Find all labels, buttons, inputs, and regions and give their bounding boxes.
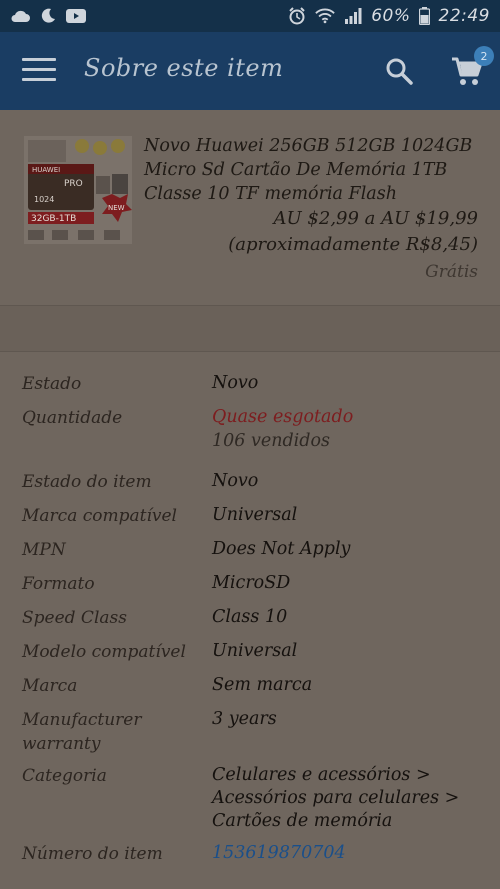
stock-warning: Quase esgotado bbox=[212, 407, 354, 427]
card-pro-text: PRO bbox=[64, 179, 83, 189]
spec-value: Class 10 bbox=[212, 607, 288, 627]
memory-card-image: HUAWEI PRO 1024 32GB-1TB NEW bbox=[24, 136, 132, 244]
search-button[interactable] bbox=[384, 56, 416, 88]
spec-label: Marca bbox=[22, 676, 78, 696]
status-left bbox=[10, 8, 86, 24]
alarm-icon bbox=[287, 7, 307, 25]
spec-label: Estado do item bbox=[22, 472, 152, 492]
card-capacity-text: 1024 bbox=[34, 195, 54, 204]
spec-value: Does Not Apply bbox=[212, 539, 351, 559]
hamburger-line bbox=[22, 78, 56, 81]
status-right: 60% 22:49 bbox=[287, 6, 490, 26]
signal-icon bbox=[343, 8, 363, 24]
spec-label: Estado bbox=[22, 374, 82, 394]
spec-value: Novo bbox=[212, 373, 259, 393]
shipping-cost: Grátis bbox=[425, 262, 478, 282]
spec-label: Manufacturer warranty bbox=[22, 710, 142, 754]
status-bar: 60% 22:49 bbox=[0, 0, 500, 32]
sold-count: 106 vendidos bbox=[212, 431, 330, 451]
spec-label: Modelo compatível bbox=[22, 642, 186, 662]
section-divider bbox=[0, 306, 500, 352]
hamburger-line bbox=[22, 68, 56, 71]
card-range-text: 32GB-1TB bbox=[31, 214, 76, 224]
spec-label: MPN bbox=[22, 540, 66, 560]
product-approx-price: (aproximadamente R$8,45) bbox=[228, 234, 478, 255]
youtube-icon bbox=[66, 8, 86, 24]
battery-icon bbox=[419, 7, 431, 25]
spec-label: Quantidade bbox=[22, 408, 123, 428]
category-path[interactable]: Celulares e acessórios > Acessórios para… bbox=[212, 764, 482, 833]
battery-percent: 60% bbox=[371, 6, 411, 26]
spec-label: Formato bbox=[22, 574, 95, 594]
hamburger-icon bbox=[22, 58, 56, 61]
moon-icon bbox=[38, 8, 58, 24]
spec-value: Novo bbox=[212, 471, 259, 491]
wifi-icon bbox=[315, 8, 335, 24]
spec-value: Universal bbox=[212, 505, 298, 525]
spec-value: Sem marca bbox=[212, 675, 313, 695]
cart-count-badge: 2 bbox=[474, 46, 494, 66]
page-title: Sobre este item bbox=[84, 54, 284, 82]
spec-value: MicroSD bbox=[212, 573, 291, 593]
product-image[interactable]: HUAWEI PRO 1024 32GB-1TB NEW bbox=[24, 136, 132, 244]
spec-value: 3 years bbox=[212, 709, 277, 729]
spec-label: Speed Class bbox=[22, 608, 127, 628]
item-number-link[interactable]: 153619870704 bbox=[212, 842, 482, 865]
product-title[interactable]: Novo Huawei 256GB 512GB 1024GB Micro Sd … bbox=[144, 134, 484, 206]
spec-label: Categoria bbox=[22, 766, 107, 786]
spec-label: Marca compatível bbox=[22, 506, 177, 526]
clock: 22:49 bbox=[438, 6, 490, 26]
spec-label: Número do item bbox=[22, 844, 163, 864]
card-brand-text: HUAWEI bbox=[32, 166, 60, 174]
search-icon bbox=[386, 58, 413, 85]
menu-button[interactable] bbox=[22, 58, 56, 84]
app-bar: Sobre este item bbox=[0, 32, 500, 110]
cloud-icon bbox=[10, 8, 30, 24]
card-new-badge: NEW bbox=[108, 204, 125, 212]
spec-value: Universal bbox=[212, 641, 298, 661]
product-price: AU $2,99 a AU $19,99 bbox=[273, 208, 478, 229]
